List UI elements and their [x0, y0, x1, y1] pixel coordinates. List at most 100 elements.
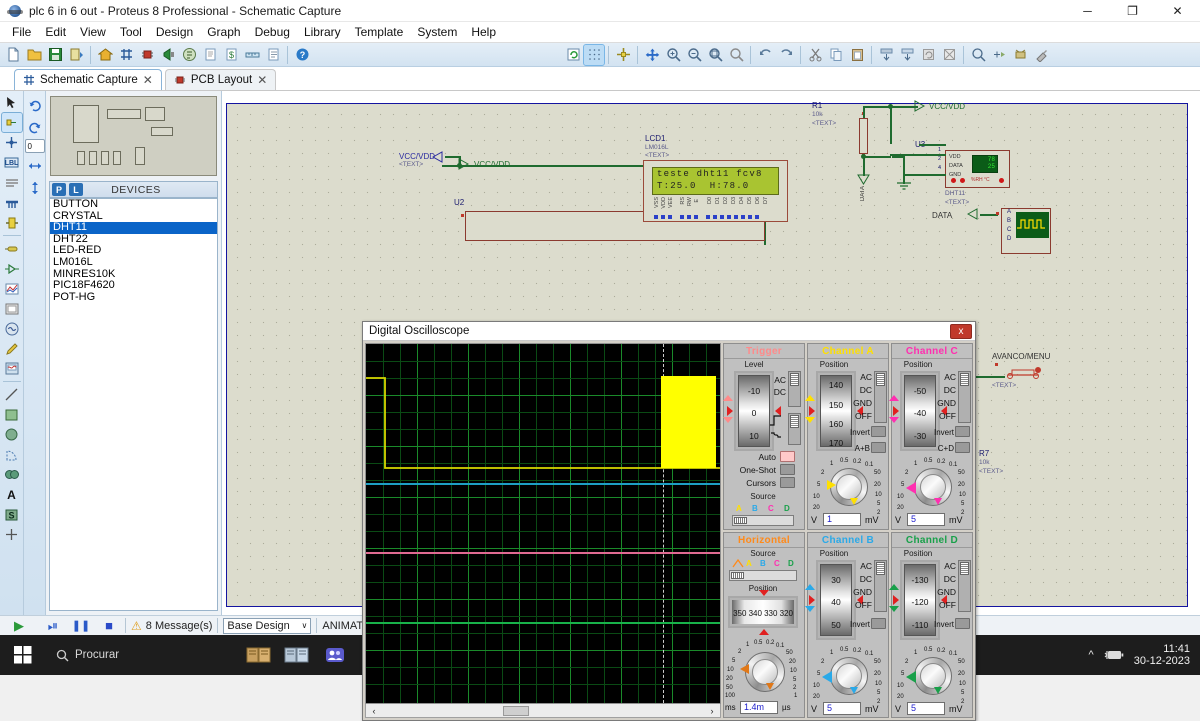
trigger-level-down-arrow[interactable]	[723, 417, 733, 423]
arc-tool-icon[interactable]	[2, 445, 22, 464]
block-delete-icon[interactable]	[939, 45, 959, 65]
zoom-in-icon[interactable]	[663, 45, 683, 65]
scrollbar-thumb[interactable]	[503, 705, 529, 716]
channel-a-coupling-slider[interactable]	[874, 371, 887, 423]
slider-grip[interactable]	[790, 373, 799, 386]
channel-d-value[interactable]: 5	[907, 701, 945, 715]
trigger-oneshot-button[interactable]	[780, 464, 795, 475]
menu-edit[interactable]: Edit	[38, 23, 73, 41]
refresh-icon[interactable]	[563, 45, 583, 65]
redo-icon[interactable]	[776, 45, 796, 65]
paste-icon[interactable]	[847, 45, 867, 65]
bill-of-materials-icon[interactable]	[179, 45, 199, 65]
new-file-icon[interactable]	[3, 45, 23, 65]
channel-d-invert-button[interactable]	[955, 617, 970, 629]
currency-icon[interactable]: $	[221, 45, 241, 65]
scroll-left-icon[interactable]: ‹	[368, 706, 380, 716]
export-icon[interactable]	[66, 45, 86, 65]
menu-file[interactable]: File	[5, 23, 38, 41]
package-tool-icon[interactable]	[1010, 45, 1030, 65]
text-tool-icon[interactable]: A	[2, 485, 22, 504]
battery-charging-icon[interactable]	[1104, 648, 1124, 662]
horizontal-source-slider[interactable]	[729, 569, 797, 581]
horizontal-value[interactable]: 1.4m	[740, 700, 778, 714]
mirror-vertical-icon[interactable]	[25, 178, 45, 197]
tab-pcb-layout[interactable]: PCB Layout ✕	[164, 69, 277, 90]
terminal-icon[interactable]	[2, 239, 22, 258]
channel-b-pos-up-arrow[interactable]	[805, 583, 815, 590]
channel-b-coupling-slider[interactable]	[874, 559, 887, 612]
pcb-layout-icon[interactable]	[137, 45, 157, 65]
channel-b-invert-button[interactable]	[871, 617, 886, 629]
taskbar-app-folder-1[interactable]	[242, 638, 276, 672]
channel-c-volts-knob[interactable]: 0.5 0.2 0.1 1 2 5 10 20 50 20 10 5 2	[894, 458, 970, 520]
box-tool-icon[interactable]	[2, 405, 22, 424]
channel-a-value[interactable]: 1	[823, 513, 861, 526]
notes-icon[interactable]	[263, 45, 283, 65]
taskbar-clock[interactable]: 11:41 30-12-2023	[1134, 643, 1190, 667]
tray-expand-icon[interactable]: ^	[1089, 649, 1094, 661]
device-item-pot-hg[interactable]: POT-HG	[50, 291, 217, 304]
block-rotate-icon[interactable]	[918, 45, 938, 65]
slider-grip[interactable]	[876, 373, 885, 386]
channel-b-pos-down-arrow[interactable]	[805, 605, 815, 612]
device-pin-icon[interactable]	[2, 259, 22, 278]
tape-recorder-icon[interactable]	[2, 299, 22, 318]
channel-c-sum-button[interactable]	[955, 442, 970, 453]
channel-d-coupling-slider[interactable]	[958, 559, 971, 612]
channel-c-invert-button[interactable]	[955, 426, 970, 437]
menu-tool[interactable]: Tool	[113, 23, 149, 41]
channel-a-pos-down-arrow[interactable]	[805, 417, 815, 423]
horizontal-position-drum[interactable]: 350 340 330 320	[728, 595, 798, 628]
channel-c-pos-down-arrow[interactable]	[889, 417, 899, 423]
taskbar-app-folder-2[interactable]	[280, 638, 314, 672]
oscilloscope-display[interactable]	[365, 343, 721, 704]
channel-d-pos-up-arrow[interactable]	[889, 583, 899, 590]
schematic-overview-panel[interactable]	[50, 96, 217, 176]
slider-grip[interactable]	[960, 373, 969, 386]
tab-schematic-capture[interactable]: Schematic Capture ✕	[14, 69, 162, 90]
trigger-coupling-slider[interactable]	[788, 371, 801, 407]
channel-c-value[interactable]: 5	[907, 513, 945, 526]
save-icon[interactable]	[45, 45, 65, 65]
channel-b-volts-knob[interactable]: 0.5 0.2 0.1 1 2 5 10 20 50 20 10 5 2	[810, 647, 886, 709]
channel-a-volts-knob[interactable]: 0.5 0.2 0.1 1 2 5 10 20 50 20 10 5 2	[810, 458, 886, 520]
device-item-pic18f4620[interactable]: PIC18F4620	[50, 280, 217, 292]
oscilloscope-close-button[interactable]: x	[950, 323, 972, 339]
block-move-icon[interactable]	[897, 45, 917, 65]
close-button[interactable]: ✕	[1155, 0, 1200, 22]
component-mode-icon[interactable]	[0, 112, 23, 133]
copy-icon[interactable]	[826, 45, 846, 65]
taskbar-search[interactable]: Procurar	[46, 635, 236, 675]
selection-mode-icon[interactable]	[2, 93, 22, 112]
slider-grip[interactable]	[960, 561, 969, 575]
mirror-horizontal-icon[interactable]	[25, 156, 45, 175]
document-icon[interactable]	[200, 45, 220, 65]
grid-toggle-icon[interactable]	[583, 43, 605, 66]
maximize-button[interactable]: ❐	[1110, 0, 1155, 22]
display-horizontal-scrollbar[interactable]: ‹ ›	[365, 704, 721, 718]
slider-grip[interactable]	[734, 517, 747, 524]
menu-help[interactable]: Help	[464, 23, 503, 41]
zoom-area-icon[interactable]	[705, 45, 725, 65]
wire-label-icon[interactable]: LBL	[2, 153, 22, 172]
graph-mode-icon[interactable]	[2, 279, 22, 298]
component-r1-body[interactable]	[859, 118, 868, 154]
menu-library[interactable]: Library	[297, 23, 348, 41]
3d-view-icon[interactable]	[158, 45, 178, 65]
start-button[interactable]	[0, 635, 46, 675]
horizontal-timebase-knob[interactable]: 0.5 0.2 0.1 1 2 5 10 20 50 100 50 20 10 …	[725, 640, 802, 708]
bus-icon[interactable]	[2, 193, 22, 212]
pick-device-icon[interactable]	[968, 45, 988, 65]
channel-c-coupling-slider[interactable]	[958, 371, 971, 423]
slider-grip[interactable]	[790, 415, 799, 428]
tab-schematic-close-icon[interactable]: ✕	[143, 73, 153, 87]
pick-devices-button[interactable]: P	[52, 183, 66, 196]
circle-tool-icon[interactable]	[2, 425, 22, 444]
open-file-icon[interactable]	[24, 45, 44, 65]
block-copy-icon[interactable]	[876, 45, 896, 65]
menu-debug[interactable]: Debug	[248, 23, 297, 41]
undo-icon[interactable]	[755, 45, 775, 65]
zoom-fit-icon[interactable]	[726, 45, 746, 65]
minimize-button[interactable]: ─	[1065, 0, 1110, 22]
